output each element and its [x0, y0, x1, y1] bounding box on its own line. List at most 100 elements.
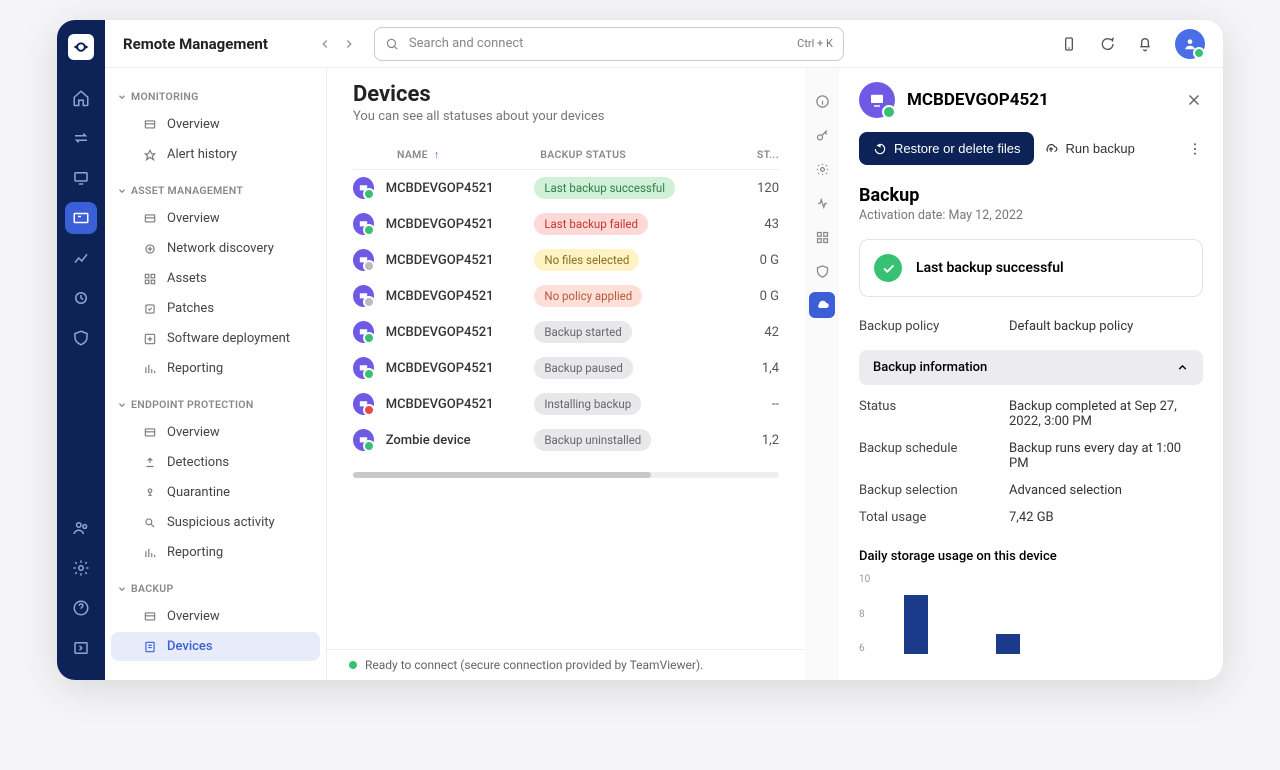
sidebar-item-reporting[interactable]: Reporting [111, 538, 320, 567]
sidebar-item-software-deployment[interactable]: Software deployment [111, 324, 320, 353]
nav-automation-icon[interactable] [65, 282, 97, 314]
bell-icon[interactable] [1137, 36, 1153, 52]
restore-button[interactable]: Restore or delete files [859, 132, 1034, 165]
user-avatar[interactable] [1175, 29, 1205, 59]
status-bar: Ready to connect (secure connection prov… [327, 649, 805, 680]
nav-backup-icon[interactable] [65, 202, 97, 234]
nav-users-icon[interactable] [65, 512, 97, 544]
tab-cloud-icon[interactable] [809, 292, 835, 318]
app-title: Remote Management [123, 35, 268, 53]
info-row: StatusBackup completed at Sep 27, 2022, … [859, 393, 1203, 435]
details-panel: MCBDEVGOP4521 Restore or delete files Ru… [839, 20, 1223, 680]
storage-cell: 43 [723, 217, 779, 232]
column-name[interactable]: NAME ↑ [353, 148, 540, 161]
info-row: Backup scheduleBackup runs every day at … [859, 435, 1203, 477]
search-shortcut: Ctrl + K [797, 37, 833, 50]
backup-status-card: Last backup successful [859, 239, 1203, 297]
storage-cell: 1,4 [723, 361, 779, 376]
status-badge: Last backup successful [534, 177, 675, 199]
nav-expand-icon[interactable] [65, 632, 97, 664]
horizontal-scrollbar[interactable] [353, 472, 779, 478]
sidebar-item-overview[interactable]: Overview [111, 204, 320, 233]
sidebar: MONITORINGOverviewAlert history ASSET MA… [105, 20, 327, 680]
history-nav [318, 37, 356, 51]
tab-info-icon[interactable] [809, 88, 835, 114]
info-row: Total usage7,42 GB [859, 504, 1203, 531]
sidebar-item-detections[interactable]: Detections [111, 448, 320, 477]
status-badge: Backup started [534, 321, 631, 343]
more-actions-button[interactable] [1187, 141, 1203, 157]
tab-settings-icon[interactable] [809, 156, 835, 182]
sidebar-item-quarantine[interactable]: Quarantine [111, 478, 320, 507]
chart-bar [996, 634, 1020, 654]
top-bar: Remote Management Search and connect Ctr… [105, 20, 1223, 68]
search-input[interactable]: Search and connect Ctrl + K [374, 27, 844, 61]
nav-shield-icon[interactable] [65, 322, 97, 354]
device-name-cell: MCBDEVGOP4521 [386, 325, 535, 340]
device-name-cell: MCBDEVGOP4521 [386, 253, 535, 268]
table-row[interactable]: MCBDEVGOP4521 Last backup failed 43 [353, 206, 779, 242]
sidebar-item-overview[interactable]: Overview [111, 602, 320, 631]
run-backup-button[interactable]: Run backup [1044, 141, 1134, 156]
storage-cell: 0 G [723, 289, 779, 304]
sidebar-item-network-discovery[interactable]: Network discovery [111, 234, 320, 263]
sidebar-item-overview[interactable]: Overview [111, 418, 320, 447]
table-row[interactable]: MCBDEVGOP4521 No files selected 0 G [353, 242, 779, 278]
main-content: Devices You can see all statuses about y… [327, 20, 805, 680]
chat-icon[interactable] [1099, 36, 1115, 52]
device-name: MCBDEVGOP4521 [907, 90, 1049, 110]
section-asset-management[interactable]: ASSET MANAGEMENT [105, 178, 326, 203]
nav-analytics-icon[interactable] [65, 242, 97, 274]
backup-info-accordion[interactable]: Backup information [859, 350, 1203, 385]
tab-key-icon[interactable] [809, 122, 835, 148]
chart-bar [904, 595, 928, 654]
tab-monitor-icon[interactable] [809, 190, 835, 216]
search-icon [385, 37, 399, 51]
nav-help-icon[interactable] [65, 592, 97, 624]
section-endpoint-protection[interactable]: ENDPOINT PROTECTION [105, 392, 326, 417]
primary-nav-rail [57, 20, 105, 680]
close-button[interactable] [1185, 91, 1203, 109]
table-row[interactable]: MCBDEVGOP4521 Backup started 42 [353, 314, 779, 350]
mobile-icon[interactable] [1061, 36, 1077, 52]
sidebar-item-reporting[interactable]: Reporting [111, 354, 320, 383]
search-placeholder: Search and connect [409, 36, 524, 51]
storage-cell: 0 G [723, 253, 779, 268]
forward-button[interactable] [342, 37, 356, 51]
tab-grid-icon[interactable] [809, 224, 835, 250]
device-icon [353, 213, 374, 235]
section-monitoring[interactable]: MONITORING [105, 84, 326, 109]
storage-cell: 42 [723, 325, 779, 340]
back-button[interactable] [318, 37, 332, 51]
tab-shield-icon[interactable] [809, 258, 835, 284]
nav-settings-icon[interactable] [65, 552, 97, 584]
cloud-up-icon [1044, 142, 1058, 156]
nav-transfer-icon[interactable] [65, 122, 97, 154]
sidebar-item-suspicious-activity[interactable]: Suspicious activity [111, 508, 320, 537]
column-storage[interactable]: ST... [724, 148, 779, 161]
device-name-cell: MCBDEVGOP4521 [386, 289, 535, 304]
sidebar-item-devices[interactable]: Devices [111, 632, 320, 661]
device-name-cell: MCBDEVGOP4521 [386, 181, 535, 196]
check-icon [874, 254, 902, 282]
device-icon [353, 321, 374, 343]
status-badge: No policy applied [534, 285, 642, 307]
sidebar-item-assets[interactable]: Assets [111, 264, 320, 293]
sidebar-item-alert-history[interactable]: Alert history [111, 140, 320, 169]
table-row[interactable]: Zombie device Backup uninstalled 1,2 [353, 422, 779, 458]
connection-status-dot [349, 661, 357, 669]
table-row[interactable]: MCBDEVGOP4521 Backup paused 1,4 [353, 350, 779, 386]
table-row[interactable]: MCBDEVGOP4521 Installing backup -- [353, 386, 779, 422]
device-icon [353, 429, 374, 451]
sidebar-item-patches[interactable]: Patches [111, 294, 320, 323]
nav-home-icon[interactable] [65, 82, 97, 114]
chart-title: Daily storage usage on this device [859, 549, 1203, 564]
status-badge: Backup paused [534, 357, 633, 379]
sidebar-item-overview[interactable]: Overview [111, 110, 320, 139]
table-row[interactable]: MCBDEVGOP4521 No policy applied 0 G [353, 278, 779, 314]
column-status[interactable]: BACKUP STATUS [540, 148, 724, 161]
device-name-cell: MCBDEVGOP4521 [386, 217, 535, 232]
nav-devices-icon[interactable] [65, 162, 97, 194]
table-row[interactable]: MCBDEVGOP4521 Last backup successful 120 [353, 170, 779, 206]
section-backup[interactable]: BACKUP [105, 576, 326, 601]
